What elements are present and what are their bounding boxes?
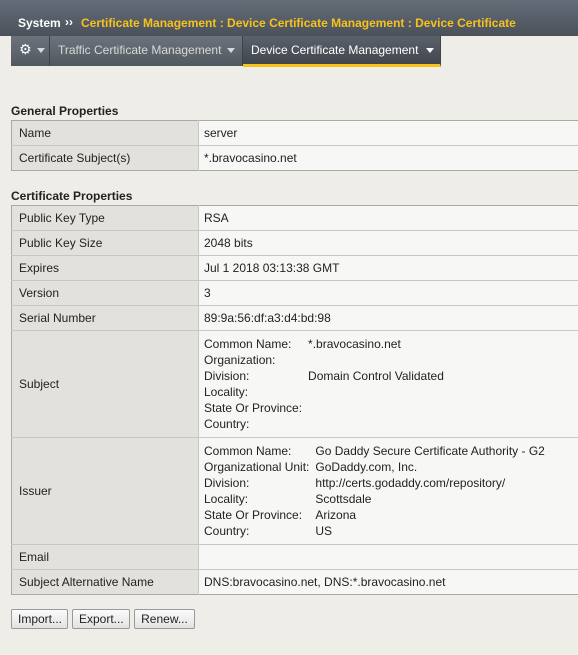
table-row: Name server (11, 120, 578, 146)
field-label: Organizational Unit: (204, 460, 310, 474)
field-value (308, 416, 444, 432)
issuer-fields: Common Name: Go Daddy Secure Certificate … (204, 443, 545, 539)
tab-traffic-certificate-management[interactable]: Traffic Certificate Management (50, 36, 243, 66)
field-label: Country: (204, 524, 250, 538)
field-value: Arizona (315, 508, 357, 522)
field-label: Organization: (204, 353, 276, 367)
export-button[interactable]: Export... (72, 609, 130, 629)
field-value: Go Daddy Secure Certificate Authority - … (315, 444, 545, 458)
subject-alternative-name-value: DNS:bravocasino.net, DNS:*.bravocasino.n… (198, 569, 578, 595)
chevron-down-icon (227, 48, 235, 53)
table-row: Certificate Subject(s) *.bravocasino.net (11, 145, 578, 171)
row-label: Name (11, 120, 199, 146)
field-value: Scottsdale (315, 492, 372, 506)
field-value: GoDaddy.com, Inc. (315, 460, 418, 474)
row-label: Issuer (11, 437, 199, 545)
gear-icon: ⚙ (19, 42, 32, 58)
table-row: Version 3 (11, 280, 578, 306)
table-row: Public Key Size 2048 bits (11, 230, 578, 256)
field-label: Division: (204, 476, 250, 490)
general-properties-table: Name server Certificate Subject(s) *.bra… (11, 120, 578, 171)
public-key-type-value: RSA (198, 205, 578, 231)
field-label: State Or Province: (204, 508, 303, 522)
field-value: US (315, 524, 333, 538)
field-label: Locality: (204, 385, 249, 399)
table-row: Subject Common Name: *.bravocasino.net Or… (11, 330, 578, 438)
field-value: *.bravocasino.net (308, 337, 401, 351)
row-label: Email (11, 544, 199, 570)
expires-value: Jul 1 2018 03:13:38 GMT (198, 255, 578, 281)
table-row: Email (11, 544, 578, 570)
field-label: Locality: (204, 492, 249, 506)
certificate-properties-table: Public Key Type RSA Public Key Size 2048… (11, 205, 578, 595)
row-label: Public Key Size (11, 230, 199, 256)
table-row: Public Key Type RSA (11, 205, 578, 231)
subject-value: Common Name: *.bravocasino.net Organizati… (198, 330, 578, 438)
general-properties-title: General Properties (11, 104, 119, 118)
breadcrumb-path: Certificate Management : Device Certific… (81, 16, 516, 30)
email-value (198, 544, 578, 570)
row-label: Subject (11, 330, 199, 438)
field-label: State Or Province: (204, 401, 303, 415)
chevron-down-icon (426, 48, 434, 53)
version-value: 3 (198, 280, 578, 306)
breadcrumb-root[interactable]: System (18, 16, 61, 30)
field-label: Division: (204, 369, 250, 383)
table-row: Serial Number 89:9a:56:df:a3:d4:bd:98 (11, 305, 578, 331)
field-value (308, 400, 444, 416)
settings-menu-tab[interactable]: ⚙ (11, 36, 50, 66)
row-label: Expires (11, 255, 199, 281)
field-value (308, 352, 444, 368)
subject-fields: Common Name: *.bravocasino.net Organizati… (204, 336, 444, 432)
breadcrumb-bar: System ›› Certificate Management : Devic… (0, 0, 578, 37)
row-label: Version (11, 280, 199, 306)
name-value: server (198, 120, 578, 146)
tab-bar: ⚙ Traffic Certificate Management Device … (0, 36, 578, 68)
row-label: Certificate Subject(s) (11, 145, 199, 171)
import-button[interactable]: Import... (11, 609, 68, 629)
field-label: Country: (204, 417, 250, 431)
row-label: Public Key Type (11, 205, 199, 231)
tab-device-certificate-management[interactable]: Device Certificate Management (243, 36, 441, 67)
field-label: Common Name: (204, 337, 292, 351)
certificate-properties-title: Certificate Properties (11, 189, 133, 203)
serial-number-value: 89:9a:56:df:a3:d4:bd:98 (198, 305, 578, 331)
issuer-value: Common Name: Go Daddy Secure Certificate … (198, 437, 578, 545)
renew-button[interactable]: Renew... (134, 609, 195, 629)
row-label: Serial Number (11, 305, 199, 331)
table-row: Expires Jul 1 2018 03:13:38 GMT (11, 255, 578, 281)
public-key-size-value: 2048 bits (198, 230, 578, 256)
chevron-down-icon (37, 48, 45, 53)
row-label: Subject Alternative Name (11, 569, 199, 595)
certificate-subjects-value: *.bravocasino.net (198, 145, 578, 171)
tab-label: Device Certificate Management (251, 43, 419, 57)
field-value: Domain Control Validated (308, 369, 444, 383)
breadcrumb-separator: ›› (65, 15, 73, 29)
table-row: Issuer Common Name: Go Daddy Secure Certi… (11, 437, 578, 545)
field-value (308, 384, 444, 400)
table-row: Subject Alternative Name DNS:bravocasino… (11, 569, 578, 595)
field-value: http://certs.godaddy.com/repository/ (315, 476, 506, 490)
tab-label: Traffic Certificate Management (58, 43, 222, 57)
field-label: Common Name: (204, 444, 292, 458)
